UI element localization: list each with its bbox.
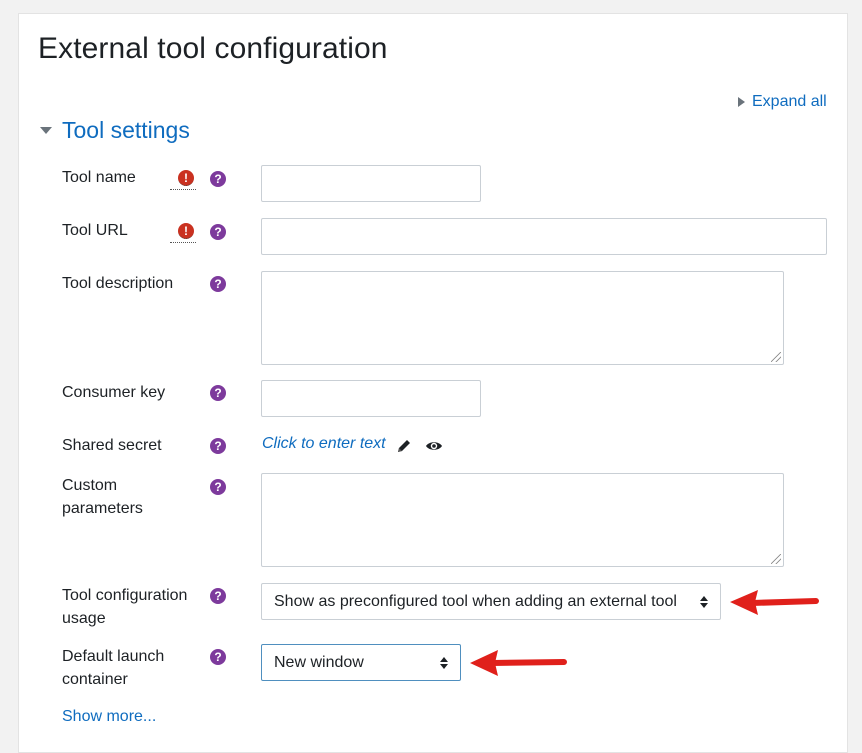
help-icon[interactable]: ? [210,385,226,401]
tool-description-label: Tool description [62,275,174,292]
help-icon[interactable]: ? [210,479,226,495]
consumer-key-label: Consumer key [62,384,166,401]
required-indicator: ! [170,221,196,243]
annotation-arrow-icon [470,650,567,676]
consumer-key-input[interactable] [261,380,481,417]
default-launch-container-select[interactable]: New window [261,644,461,681]
label-line: parameters [62,500,143,517]
custom-parameters-label: Custom parameters [62,474,192,520]
help-icon[interactable]: ? [210,171,226,187]
label-line: Tool configuration [62,587,188,604]
resize-grip-icon[interactable] [771,554,781,564]
tool-name-input[interactable] [261,165,481,202]
label-line: usage [62,610,106,627]
page-title: External tool configuration [38,32,388,65]
required-icon: ! [178,223,194,239]
tool-url-input[interactable] [261,218,827,255]
tool-configuration-usage-select[interactable]: Show as preconfigured tool when adding a… [261,583,721,620]
expand-all-label: Expand all [752,93,827,110]
custom-parameters-textarea[interactable] [261,473,784,567]
selected-value: Show as preconfigured tool when adding a… [274,592,677,610]
required-indicator: ! [170,168,196,190]
show-more-link[interactable]: Show more... [62,708,156,726]
annotation-arrow-icon [730,590,819,615]
help-icon[interactable]: ? [210,649,226,665]
expand-all-link[interactable]: Expand all [738,93,827,111]
selected-value: New window [274,653,364,671]
section-title: Tool settings [62,117,190,143]
help-icon[interactable]: ? [210,588,226,604]
shared-secret-label: Shared secret [62,437,162,454]
default-launch-container-label: Default launch container [62,645,192,691]
help-icon[interactable]: ? [210,438,226,454]
caret-right-icon [738,97,745,107]
tool-description-textarea[interactable] [261,271,784,365]
sort-arrows-icon [440,656,448,669]
eye-icon[interactable] [425,439,443,453]
label-line: Default launch [62,648,165,665]
pencil-icon[interactable] [396,438,412,454]
required-icon: ! [178,170,194,186]
help-icon[interactable]: ? [210,276,226,292]
section-toggle-tool-settings[interactable]: Tool settings [40,117,190,144]
caret-down-icon [40,127,52,134]
label-line: container [62,671,128,688]
resize-grip-icon[interactable] [771,352,781,362]
tool-configuration-usage-label: Tool configuration usage [62,584,202,630]
label-line: Custom [62,477,118,494]
sort-arrows-icon [700,595,708,608]
help-icon[interactable]: ? [210,224,226,240]
shared-secret-edit-link[interactable]: Click to enter text [262,435,386,453]
